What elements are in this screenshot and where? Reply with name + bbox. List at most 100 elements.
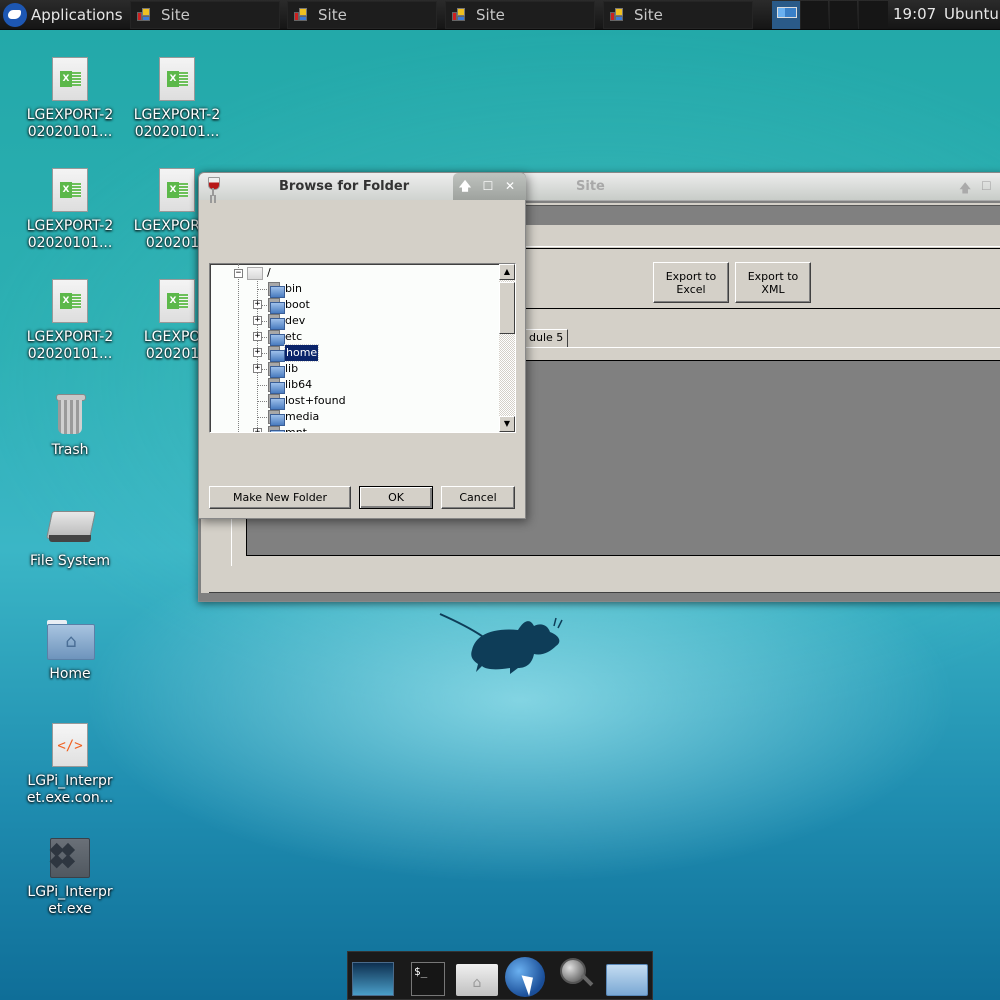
dialog-titlebar[interactable]: Browse for Folder 🡅 ☐ ✕	[199, 173, 526, 200]
expand-icon[interactable]: +	[253, 316, 262, 325]
desktop-icon-trash[interactable]: Trash	[20, 392, 120, 459]
export-to-xml-label: Export to XML	[747, 269, 799, 296]
tree-item-folder[interactable]: + home	[253, 344, 320, 362]
desktop-icon-label: LGPi_Interpr et.exe.con...	[26, 773, 114, 806]
tree-item-label: /	[267, 266, 271, 279]
workspace-1-button[interactable]	[772, 1, 800, 29]
tree-item-folder[interactable]: media	[253, 409, 319, 426]
home-folder-icon	[47, 620, 95, 660]
spreadsheet-icon	[52, 168, 88, 212]
workspace-3-button[interactable]	[829, 1, 857, 29]
maximize-icon[interactable]: ☐	[981, 179, 992, 193]
web-browser-icon[interactable]	[505, 957, 545, 997]
tree-guide-line	[238, 264, 239, 432]
browse-for-folder-dialog: Browse for Folder 🡅 ☐ ✕ − / bin + boot + dev…	[198, 172, 526, 519]
desktop-icon-lgpi-exe[interactable]: LGPi_Interpr et.exe	[20, 838, 120, 918]
app-window-icon	[610, 8, 624, 22]
ok-button[interactable]: OK	[359, 486, 433, 509]
desktop-icon-label: LGEXPORT-2 02020101...	[26, 107, 114, 140]
tree-item-folder[interactable]: + lib	[253, 361, 299, 378]
folder-icon	[268, 314, 285, 330]
scroll-up-button[interactable]: ▲	[499, 264, 515, 280]
tree-item-folder[interactable]: + boot	[253, 297, 310, 314]
folder-icon	[268, 410, 285, 426]
clock[interactable]: 19:07	[893, 0, 936, 30]
expand-icon[interactable]: +	[253, 428, 262, 432]
desktop-icon-lgexport-5[interactable]: LGEXPORT-2 02020101...	[20, 279, 120, 363]
close-icon[interactable]: ✕	[502, 178, 518, 194]
desktop-icon-label: LGPi_Interpr et.exe	[27, 884, 113, 917]
desktop-icon-label: Trash	[51, 442, 89, 458]
scroll-down-button[interactable]: ▼	[499, 416, 515, 432]
workspace-2-button[interactable]	[800, 1, 828, 29]
desktop-icon-label: LGEXPORT-2 02020101...	[133, 107, 221, 140]
home-folder-icon[interactable]: ⌂	[456, 964, 498, 996]
terminal-icon[interactable]: $_	[411, 962, 445, 996]
desktop-icon-lgexport-2[interactable]: LGEXPORT-2 02020101...	[127, 57, 227, 141]
desktop-icon-lgexport-1[interactable]: LGEXPORT-2 02020101...	[20, 57, 120, 141]
taskbar-item-site-3[interactable]: Site	[445, 1, 595, 29]
taskbar-item-site-1[interactable]: Site	[130, 1, 280, 29]
show-desktop-icon[interactable]	[352, 962, 394, 996]
folder-icon	[268, 362, 285, 378]
applications-menu-button[interactable]: Applications	[0, 0, 123, 30]
workspace-4-button[interactable]	[858, 1, 888, 29]
tree-item-label: mnt	[285, 426, 307, 433]
maximize-icon[interactable]: ☐	[480, 178, 496, 194]
export-to-excel-button[interactable]: Export to Excel	[653, 262, 729, 303]
folder-tree-view[interactable]: − / bin + boot + dev + etc + home + lib lib64 lost+f…	[209, 263, 516, 433]
shade-icon[interactable]: 🡅	[457, 178, 473, 194]
folder-icon	[268, 298, 285, 314]
desktop-icon-file-system[interactable]: File System	[20, 507, 120, 570]
window-controls: 🡅 ☐ ✕	[453, 173, 526, 200]
spreadsheet-icon	[52, 279, 88, 323]
taskbar-item-label: Site	[318, 6, 347, 24]
trash-icon	[54, 392, 86, 436]
spreadsheet-icon	[52, 57, 88, 101]
tree-item-label: boot	[285, 298, 310, 311]
folder-icon	[268, 426, 285, 432]
user-menu[interactable]: Ubuntu	[944, 0, 999, 30]
desktop-icon-lgexport-3[interactable]: LGEXPORT-2 02020101...	[20, 168, 120, 252]
code-file-icon: </>	[52, 723, 88, 767]
tree-item-folder[interactable]: + mnt	[253, 425, 307, 433]
cancel-button[interactable]: Cancel	[441, 486, 515, 509]
shade-icon[interactable]: 🡅	[959, 179, 971, 200]
folder-icon	[268, 346, 285, 362]
folder-icon	[268, 282, 285, 298]
taskbar-item-site-2[interactable]: Site	[287, 1, 437, 29]
app-finder-search-icon[interactable]	[556, 956, 596, 998]
expand-icon[interactable]: +	[253, 364, 262, 373]
app-window-icon	[137, 8, 151, 22]
wine-glass-icon	[208, 177, 220, 197]
tree-item-folder[interactable]: bin	[253, 281, 303, 298]
spreadsheet-icon	[159, 168, 195, 212]
tree-item-label: bin	[285, 282, 303, 295]
desktop-icon-lgpi-config[interactable]: </> LGPi_Interpr et.exe.con...	[20, 723, 120, 807]
expand-icon[interactable]: +	[253, 348, 262, 357]
scrollbar-thumb[interactable]	[499, 282, 515, 334]
file-manager-icon[interactable]	[606, 964, 648, 996]
desktop-icon-label: Home	[49, 666, 91, 682]
desktop-icon-label: LGEXPORT-2 02020101...	[26, 329, 114, 362]
tree-item-folder[interactable]: + etc	[253, 329, 302, 346]
spreadsheet-icon	[159, 279, 195, 323]
app-window-icon	[294, 8, 308, 22]
workspace-window-icon	[777, 7, 797, 18]
tree-item-folder[interactable]: + dev	[253, 313, 305, 330]
desktop-icon-home[interactable]: Home	[20, 620, 120, 683]
tree-item-label: lib	[285, 362, 299, 375]
tree-item-folder[interactable]: lib64	[253, 377, 312, 394]
make-new-folder-button[interactable]: Make New Folder	[209, 486, 351, 509]
export-to-xml-button[interactable]: Export to XML	[735, 262, 811, 303]
vertical-scrollbar[interactable]: ▲ ▼	[499, 264, 515, 432]
collapse-icon[interactable]: −	[234, 268, 243, 278]
taskbar-item-site-4[interactable]: Site	[603, 1, 753, 29]
expand-icon[interactable]: +	[253, 332, 262, 341]
tree-item-folder[interactable]: lost+found	[253, 393, 346, 410]
expand-icon[interactable]: +	[253, 300, 262, 309]
spreadsheet-icon	[159, 57, 195, 101]
taskbar-item-label: Site	[476, 6, 505, 24]
tree-item-root[interactable]: − /	[234, 265, 271, 281]
taskbar-item-label: Site	[634, 6, 663, 24]
